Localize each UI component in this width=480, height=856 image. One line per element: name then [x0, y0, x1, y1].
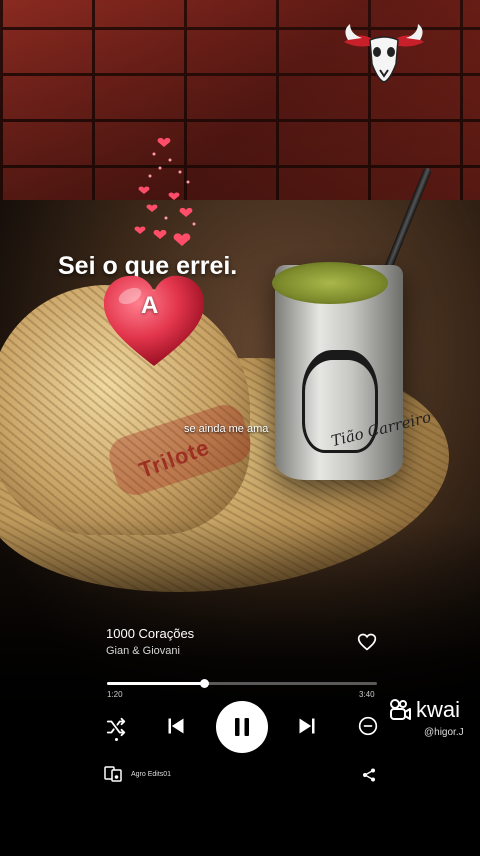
heart-outline-icon[interactable]	[357, 632, 377, 652]
time-elapsed: 1:20	[107, 690, 123, 699]
kwai-username: @higor.J	[424, 727, 464, 738]
floating-hearts-icon	[134, 137, 196, 246]
share-icon[interactable]	[362, 768, 376, 782]
pause-icon	[235, 718, 249, 736]
remove-circle-icon[interactable]	[358, 716, 378, 736]
heart-letter: A	[141, 292, 159, 319]
bull-skull-logo-icon	[344, 24, 424, 83]
track-artist: Gian & Giovani	[106, 645, 180, 657]
skip-next-icon[interactable]	[297, 716, 317, 736]
device-label: Agro Edits01	[131, 771, 172, 778]
skip-previous-icon[interactable]	[166, 716, 186, 736]
progress-fill	[107, 682, 205, 685]
shuffle-active-dot	[115, 738, 118, 741]
kwai-watermark: kwai	[388, 697, 460, 723]
pause-button[interactable]	[216, 701, 268, 753]
kwai-logo-icon	[390, 699, 411, 720]
bottom-gradient	[0, 520, 480, 700]
heart-icon	[103, 275, 205, 366]
background-artwork: Trilote Tião Carreiro	[0, 0, 480, 700]
lyric-line-sub: se ainda me ama	[184, 423, 269, 435]
progress-bar[interactable]	[107, 679, 377, 688]
connect-device-icon[interactable]	[104, 766, 122, 782]
kwai-brand-text: kwai	[416, 697, 461, 722]
track-title: 1000 Corações	[106, 626, 195, 641]
mate-herb	[272, 262, 388, 304]
time-total: 3:40	[359, 690, 375, 699]
shuffle-icon[interactable]	[105, 716, 127, 738]
